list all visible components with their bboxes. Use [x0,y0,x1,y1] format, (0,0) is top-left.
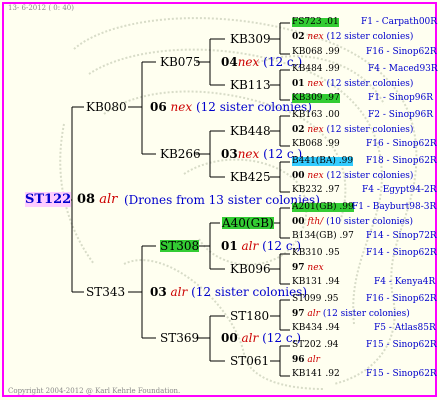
g4-13: 00 fth/ (10 sister colonies) [292,217,413,227]
root-info: 08 alr [77,193,117,206]
g3-4: A40(GB) [222,216,274,230]
father-info: 06 nex (12 sister colonies) [150,101,312,113]
g4-20-id: KB434 .94 [292,323,340,333]
g4-15-origin: F14 - Sinop62R [366,248,437,258]
mf-id: ST308 [160,239,200,253]
g3-3: KB425 [230,170,271,184]
ff-id: KB075 [160,55,201,69]
g4-23-id: KB141 .92 [292,369,340,379]
g4-15-id: KB310 .95 [292,248,340,258]
g4-14-origin: F14 - Sinop72R [366,231,437,241]
g4-5-id: KB309 .97 [292,93,340,103]
g3-7: ST061 [230,354,270,368]
mf-info: 01 alr (12 c.) [221,239,302,253]
mm-info: 00 alr (12 c.) [221,331,302,345]
g3-6: ST180 [230,309,270,323]
root-mark: alr [99,192,118,207]
g4-21-id: ST202 .94 [292,340,339,350]
father-id: KB080 [86,100,127,114]
g3-2: KB448 [230,124,271,138]
g4-5-origin: F1 - Sinop96R [368,93,433,103]
root-gen: 08 [77,192,96,207]
g4-11-origin: F4 - Egypt94-2R [362,185,437,195]
g3-5: KB096 [230,262,271,276]
mother-id: ST343 [86,285,126,299]
g4-7: 02 nex (12 sister colonies) [292,125,414,135]
g4-18-id: ST099 .95 [292,294,339,304]
g4-9-origin: F18 - Sinop62R [366,156,437,166]
g4-8-id: KB068 .99 [292,139,340,149]
g4-1: 02 nex (12 sister colonies) [292,32,414,42]
g4-20-origin: F5 - Atlas85R [374,323,436,333]
fm-info: 03nex (12 c.) [221,147,303,161]
g4-0-origin: F1 - Carpath00R [361,17,438,27]
root-note: (Drones from 13 sister colonies) [124,193,320,207]
g4-2-id: KB068 .99 [292,47,340,57]
g4-19: 97 alr (12 sister colonies) [292,309,410,319]
fm-id: KB266 [160,147,201,161]
g4-17-id: KB131 .94 [292,277,340,287]
g4-12-origin: F1 - Bayburt98-3R [352,202,437,212]
father-gen: 06 [150,100,167,114]
root-id: ST122 [25,192,72,207]
g4-8-origin: F16 - Sinop62R [366,139,437,149]
root-queen: ST122 [25,192,72,207]
mother-note: (12 sister colonies) [191,285,308,299]
g4-21-origin: F15 - Sinop62R [366,340,437,350]
g4-11-id: KB232 .97 [292,185,340,195]
g3-0: KB309 [230,32,271,46]
mother-gen: 03 [150,285,167,299]
date-line: 13- 6-2012 ( 0: 40) [8,4,74,12]
g4-17-origin: F4 - Kenya4R [374,277,436,287]
g4-6-origin: F2 - Sinop96R [368,110,433,120]
g4-9-id: B441(BA) .99 [292,156,354,166]
g4-0-id: FS723 .01 [292,17,339,27]
g4-22: 96 alr [292,355,320,365]
mother-mark: alr [170,285,188,299]
father-mark: nex [170,100,193,114]
g4-3-id: KB484 .99 [292,64,340,74]
mother-info: 03 alr (12 sister colonies) [150,286,307,298]
g3-1: KB113 [230,78,271,92]
g4-18-origin: F16 - Sinop62R [366,294,437,304]
g4-6-id: KB163 .00 [292,110,340,120]
copyright-text: Copyright 2004-2012 @ Karl Kehrle Founda… [8,387,181,395]
g4-14-id: B134(GB) .97 [292,231,354,241]
g4-10: 00 nex (12 sister colonies) [292,171,414,181]
g4-12-id: A201(GB) .99 [292,202,354,212]
g4-3-origin: F4 - Maced93R [368,64,438,74]
mm-id: ST369 [160,331,200,345]
g4-16: 97 nex [292,263,324,273]
ff-info: 04nex (12 c.) [221,55,303,69]
g4-23-origin: F15 - Sinop62R [366,369,437,379]
g4-2-origin: F16 - Sinop62R [366,47,437,57]
g4-4: 01 nex (12 sister colonies) [292,79,414,89]
